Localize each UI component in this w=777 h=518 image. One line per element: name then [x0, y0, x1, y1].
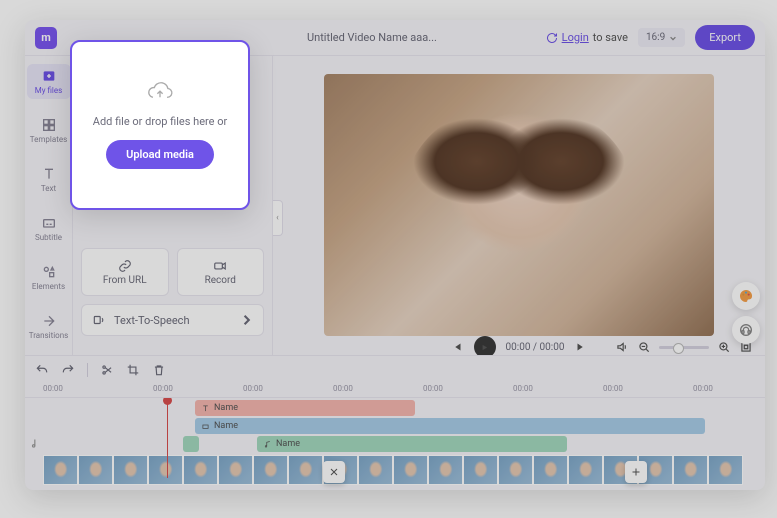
track-visibility-icon[interactable]	[29, 436, 43, 450]
login-link[interactable]: Login	[562, 31, 589, 44]
video-thumb[interactable]	[498, 455, 533, 485]
time-display: 00:00 / 00:00	[506, 342, 565, 353]
timeline-ruler[interactable]: 00:00 00:00 00:00 00:00 00:00 00:00 00:0…	[25, 384, 765, 398]
zoom-slider[interactable]	[659, 346, 709, 349]
video-thumb[interactable]	[673, 455, 708, 485]
text-clip[interactable]: Name	[195, 400, 415, 416]
export-button[interactable]: Export	[695, 25, 755, 50]
video-thumb[interactable]	[78, 455, 113, 485]
zoom-in-button[interactable]	[717, 340, 731, 354]
video-thumb[interactable]	[428, 455, 463, 485]
zoom-out-button[interactable]	[637, 340, 651, 354]
plus-file-icon	[41, 68, 57, 84]
sidebar-item-subtitle[interactable]: Subtitle	[27, 211, 71, 246]
cloud-upload-icon	[146, 81, 174, 103]
video-thumb[interactable]	[148, 455, 183, 485]
login-suffix: to save	[593, 31, 628, 44]
transition-marker[interactable]	[323, 461, 345, 483]
record-card[interactable]: Record	[177, 248, 265, 296]
elements-icon	[41, 264, 57, 280]
volume-button[interactable]	[615, 340, 629, 354]
login-hint: Login to save	[546, 31, 628, 44]
app-logo[interactable]: m	[35, 27, 57, 49]
upload-media-popup: Add file or drop files here or Upload me…	[70, 40, 250, 210]
video-track[interactable]	[43, 455, 765, 487]
video-thumb[interactable]	[533, 455, 568, 485]
play-button[interactable]	[474, 336, 496, 355]
video-thumb[interactable]	[393, 455, 428, 485]
link-icon	[117, 259, 133, 273]
video-thumb[interactable]	[708, 455, 743, 485]
add-clip-button[interactable]	[625, 461, 647, 483]
project-title[interactable]: Untitled Video Name aaa...	[307, 31, 437, 44]
sidebar-item-templates[interactable]: Templates	[27, 113, 71, 148]
video-thumb[interactable]	[358, 455, 393, 485]
undo-button[interactable]	[35, 363, 49, 377]
aspect-ratio-selector[interactable]: 16:9	[638, 28, 685, 47]
sidebar-item-transitions[interactable]: Transitions	[27, 309, 71, 344]
playhead[interactable]	[167, 398, 168, 478]
video-thumb[interactable]	[218, 455, 253, 485]
next-frame-button[interactable]	[574, 340, 588, 354]
transitions-icon	[41, 313, 57, 329]
templates-icon	[41, 117, 57, 133]
tts-icon	[92, 313, 106, 327]
subtitle-icon	[41, 215, 57, 231]
subtitle-clip[interactable]: Name	[195, 418, 705, 434]
chevron-right-icon	[239, 313, 253, 327]
preview-area: 00:00 / 00:00	[273, 56, 765, 355]
from-url-card[interactable]: From URL	[81, 248, 169, 296]
sync-icon	[546, 32, 558, 44]
delete-button[interactable]	[152, 363, 166, 377]
audio-clip-icon	[263, 440, 272, 449]
video-thumb[interactable]	[183, 455, 218, 485]
text-clip-icon	[201, 404, 210, 413]
upload-media-button[interactable]: Upload media	[106, 140, 214, 169]
video-canvas[interactable]	[324, 74, 714, 336]
split-button[interactable]	[100, 363, 114, 377]
redo-button[interactable]	[61, 363, 75, 377]
camera-icon	[212, 259, 228, 273]
subtitle-clip-icon	[201, 422, 210, 431]
upload-hint-text: Add file or drop files here or	[93, 115, 227, 128]
timeline-tracks[interactable]: Name Name Name	[25, 398, 765, 490]
support-float-button[interactable]	[732, 316, 760, 344]
sidebar-item-my-files[interactable]: My files	[27, 64, 71, 99]
video-thumb[interactable]	[568, 455, 603, 485]
timeline: 00:00 00:00 00:00 00:00 00:00 00:00 00:0…	[25, 355, 765, 490]
timeline-toolbar	[25, 356, 765, 384]
video-thumb[interactable]	[288, 455, 323, 485]
chevron-down-icon	[669, 34, 677, 42]
video-thumb[interactable]	[253, 455, 288, 485]
palette-float-button[interactable]	[732, 282, 760, 310]
sidebar-item-text[interactable]: Text	[27, 162, 71, 197]
video-thumb[interactable]	[113, 455, 148, 485]
audio-clip-small[interactable]	[183, 436, 199, 452]
playback-controls: 00:00 / 00:00	[273, 336, 765, 355]
text-to-speech-row[interactable]: Text-To-Speech	[81, 304, 264, 336]
sidebar-item-elements[interactable]: Elements	[27, 260, 71, 295]
prev-frame-button[interactable]	[450, 340, 464, 354]
video-thumb[interactable]	[463, 455, 498, 485]
crop-button[interactable]	[126, 363, 140, 377]
text-icon	[41, 166, 57, 182]
collapse-panel-button[interactable]: ‹	[273, 200, 283, 236]
audio-clip[interactable]: Name	[257, 436, 567, 452]
sidebar: My files Templates Text Subtitle Element…	[25, 56, 73, 355]
video-thumb[interactable]	[43, 455, 78, 485]
